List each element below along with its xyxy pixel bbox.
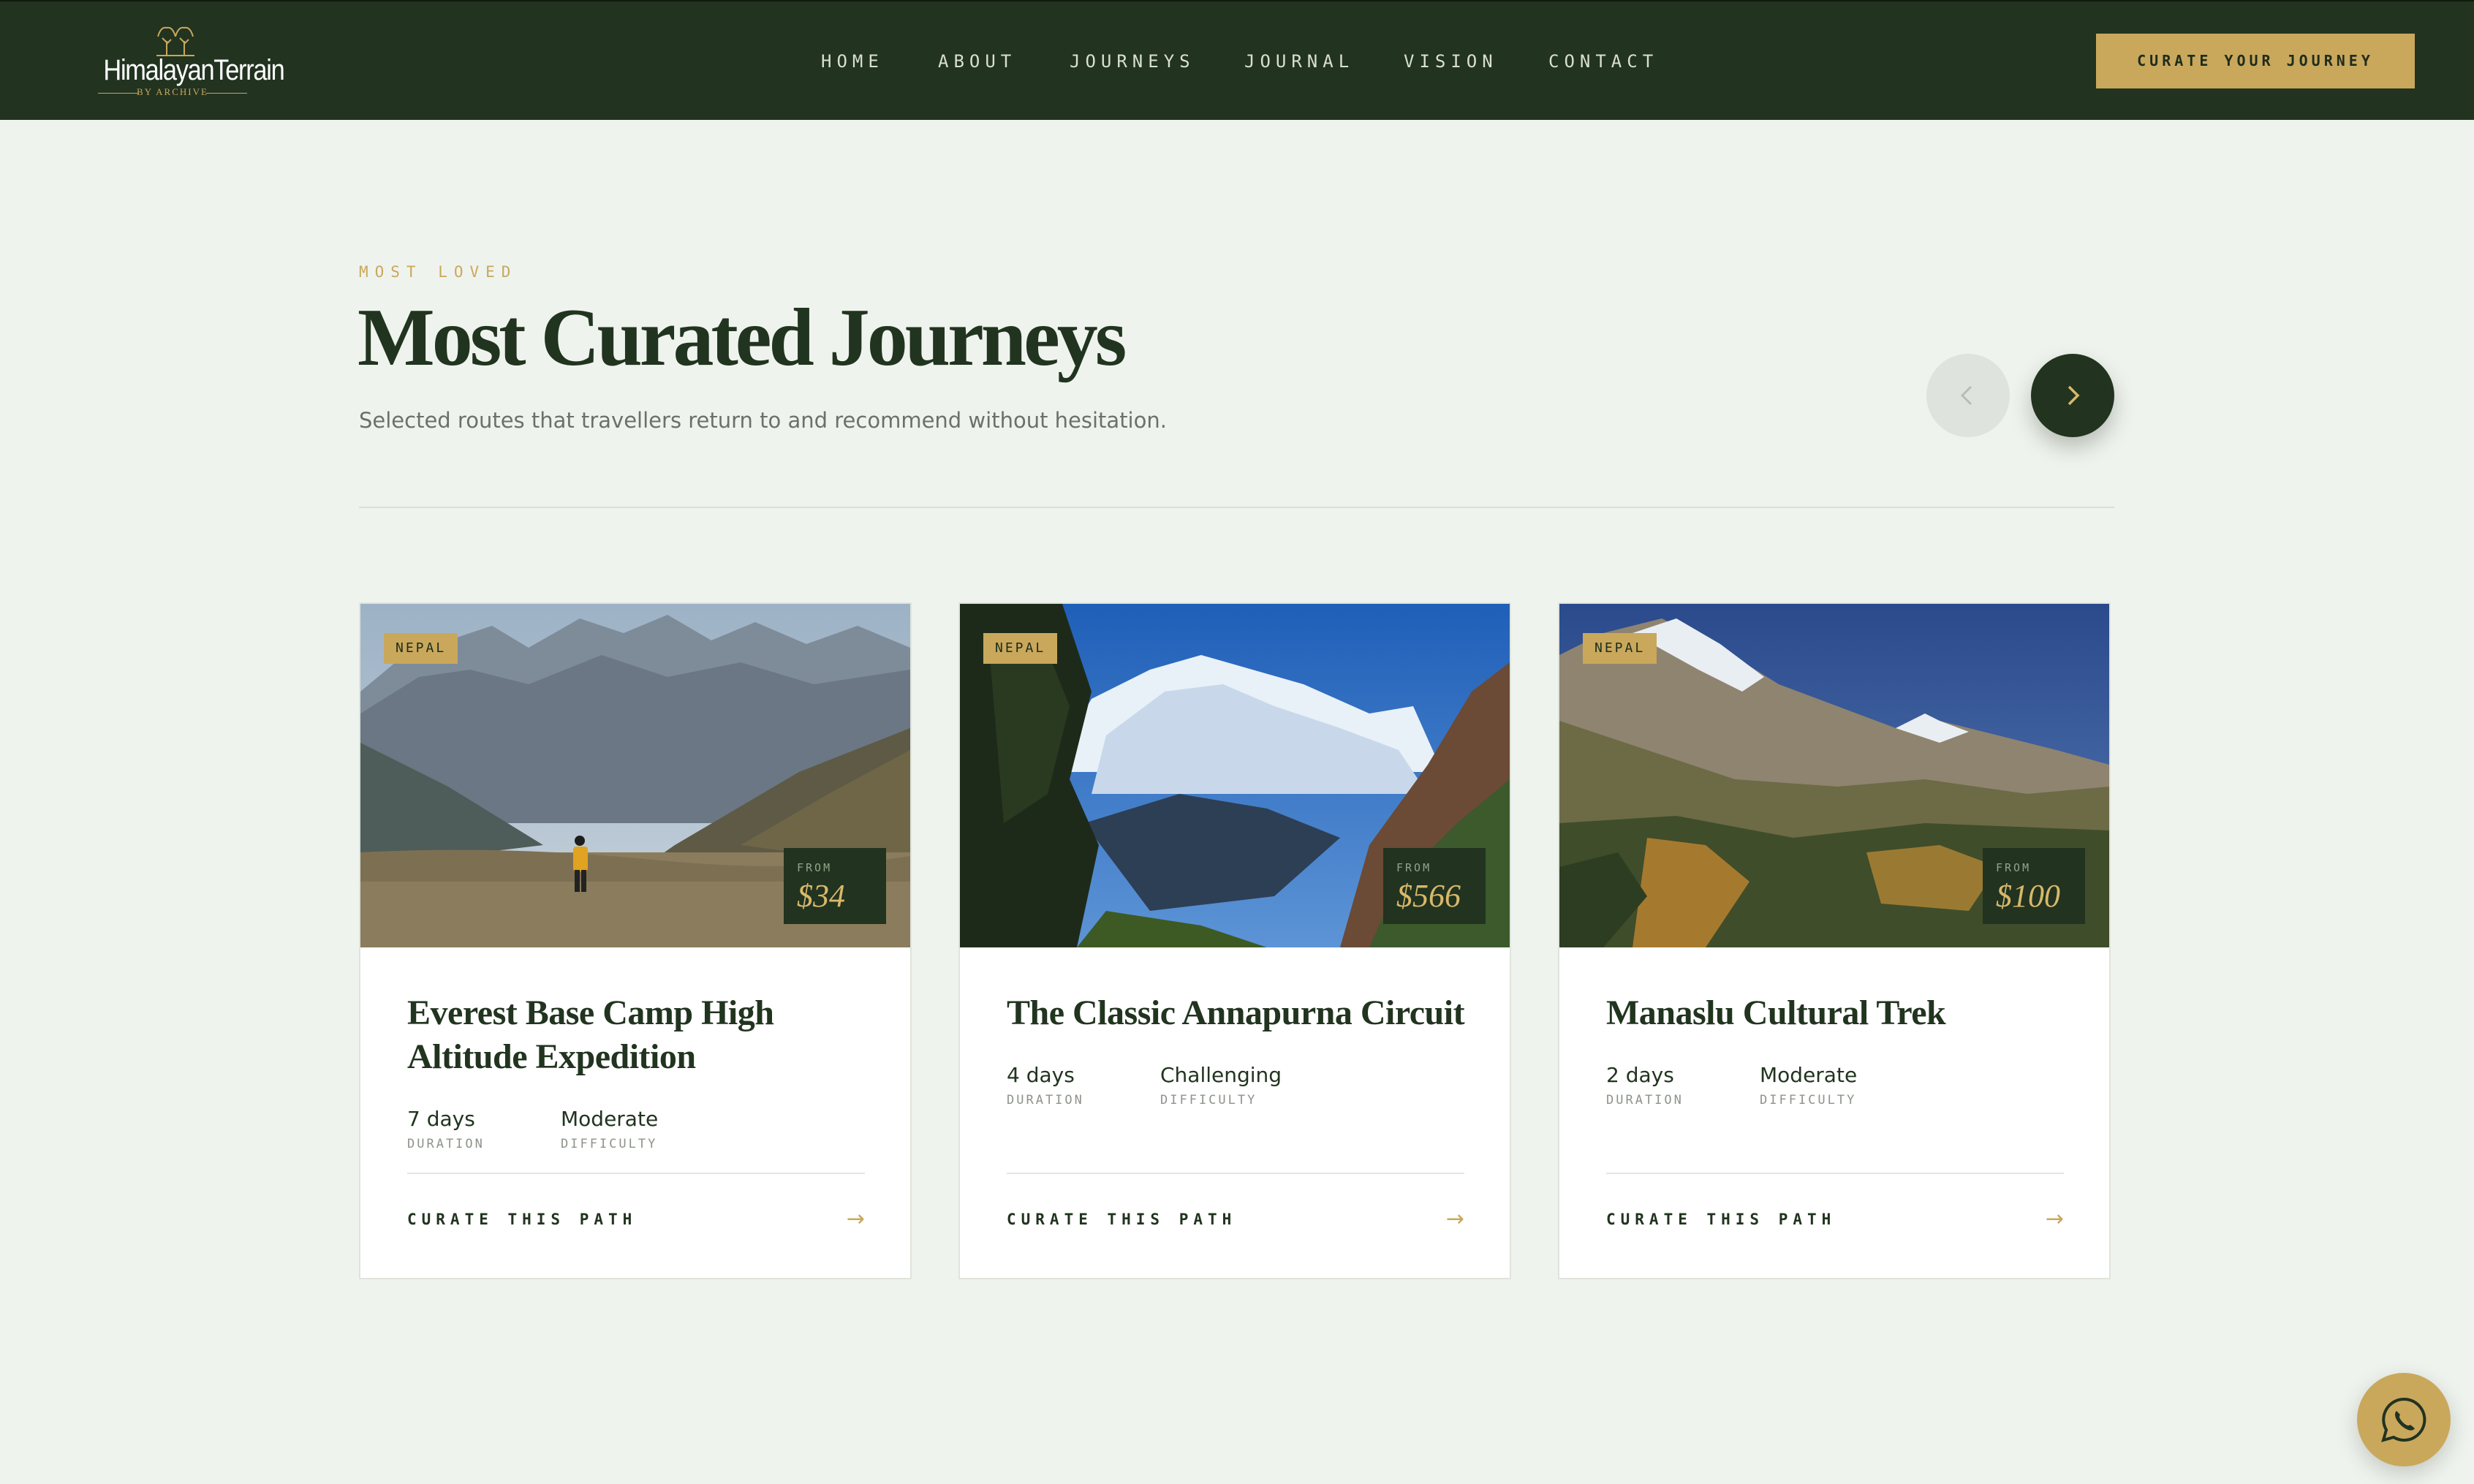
whatsapp-icon	[2381, 1397, 2426, 1442]
journey-card[interactable]: NEPAL FROM $566 The Classic Annapurna Ci…	[958, 602, 1511, 1279]
price-tag: FROM $566	[1383, 848, 1486, 924]
nav-journal[interactable]: JOURNAL	[1244, 51, 1354, 72]
section-divider	[359, 507, 2114, 508]
price-tag: FROM $100	[1983, 848, 2085, 924]
journey-photo: NEPAL FROM $34	[360, 604, 910, 947]
section-title: Most Curated Journeys	[358, 292, 1127, 383]
nav-contact[interactable]: CONTACT	[1548, 51, 1658, 72]
curate-path-link[interactable]: CURATE THIS PATH →	[1606, 1206, 2064, 1233]
duration-label: DURATION	[1606, 1093, 1684, 1108]
difficulty-meta: Challenging DIFFICULTY	[1160, 1063, 1282, 1108]
arrow-right-icon: →	[846, 1206, 865, 1232]
nav-about[interactable]: ABOUT	[938, 51, 1016, 72]
curate-path-link[interactable]: CURATE THIS PATH →	[407, 1206, 865, 1233]
journey-card[interactable]: NEPAL FROM $34 Everest Base Camp High Al…	[359, 602, 912, 1279]
price-from-label: FROM	[1396, 861, 1432, 874]
difficulty-meta: Moderate DIFFICULTY	[1760, 1063, 1857, 1108]
carousel-next-button[interactable]	[2031, 354, 2114, 437]
difficulty-value: Challenging	[1160, 1063, 1282, 1087]
arrow-right-icon: →	[2045, 1206, 2064, 1232]
price-value: $566	[1396, 878, 1461, 914]
nav-home[interactable]: HOME	[821, 51, 884, 72]
journey-title: Everest Base Camp High Altitude Expediti…	[407, 993, 774, 1076]
difficulty-label: DIFFICULTY	[1760, 1093, 1857, 1108]
country-badge: NEPAL	[384, 633, 458, 664]
duration-label: DURATION	[1007, 1093, 1084, 1108]
duration-meta: 7 days DURATION	[407, 1107, 485, 1151]
country-badge: NEPAL	[1583, 633, 1657, 664]
difficulty-value: Moderate	[561, 1107, 659, 1131]
card-divider	[1606, 1173, 2064, 1174]
nav-journeys[interactable]: JOURNEYS	[1070, 51, 1195, 72]
price-from-label: FROM	[1996, 861, 2032, 874]
curate-journey-button[interactable]: CURATE YOUR JOURNEY	[2096, 34, 2415, 88]
arrow-right-icon: →	[1445, 1206, 1464, 1232]
journey-photo: NEPAL FROM $100	[1559, 604, 2109, 947]
country-badge: NEPAL	[983, 633, 1058, 664]
curate-path-label: CURATE THIS PATH	[1007, 1211, 1237, 1228]
chevron-left-icon	[1960, 385, 1972, 406]
duration-value: 7 days	[407, 1107, 475, 1131]
curate-path-link[interactable]: CURATE THIS PATH →	[1007, 1206, 1464, 1233]
price-from-label: FROM	[797, 861, 833, 874]
journey-card[interactable]: NEPAL FROM $100 Manaslu Cultural Trek 2 …	[1558, 602, 2111, 1279]
section-eyebrow: MOST LOVED	[359, 263, 518, 281]
carousel-prev-button[interactable]	[1926, 354, 2010, 437]
curate-path-label: CURATE THIS PATH	[1606, 1211, 1836, 1228]
price-value: $100	[1996, 878, 2060, 914]
journey-title: Manaslu Cultural Trek	[1606, 993, 1946, 1032]
journey-title: The Classic Annapurna Circuit	[1007, 993, 1465, 1032]
duration-meta: 2 days DURATION	[1606, 1063, 1684, 1108]
difficulty-label: DIFFICULTY	[561, 1137, 658, 1151]
section-subtitle: Selected routes that travellers return t…	[359, 408, 1167, 433]
curate-path-label: CURATE THIS PATH	[407, 1211, 638, 1228]
card-divider	[407, 1173, 865, 1174]
chevron-right-icon	[2068, 385, 2080, 406]
nav-vision[interactable]: VISION	[1404, 51, 1498, 72]
card-divider	[1007, 1173, 1464, 1174]
duration-meta: 4 days DURATION	[1007, 1063, 1084, 1108]
journey-photo: NEPAL FROM $566	[960, 604, 1510, 947]
top-navbar: HimalayanTerrain BY ARCHIVE HOME ABOUT J…	[0, 0, 2474, 120]
whatsapp-chat-button[interactable]	[2357, 1373, 2451, 1466]
difficulty-value: Moderate	[1760, 1063, 1858, 1087]
difficulty-meta: Moderate DIFFICULTY	[561, 1107, 658, 1151]
price-value: $34	[797, 878, 845, 914]
duration-value: 2 days	[1606, 1063, 1674, 1087]
duration-label: DURATION	[407, 1137, 485, 1151]
duration-value: 4 days	[1007, 1063, 1075, 1087]
brand-tagline: BY ARCHIVE	[98, 86, 247, 98]
price-tag: FROM $34	[784, 848, 886, 924]
difficulty-label: DIFFICULTY	[1160, 1093, 1257, 1108]
